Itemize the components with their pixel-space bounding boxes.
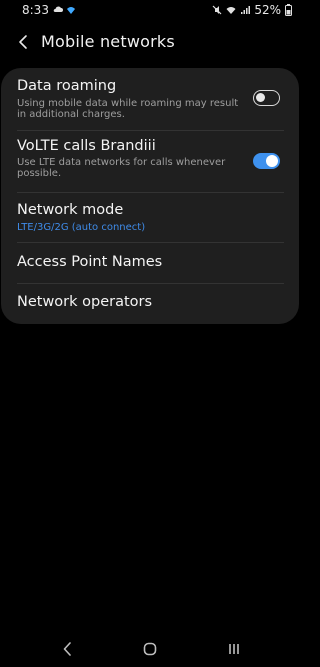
volte-row[interactable]: VoLTE calls Brandiii Use LTE data networ… — [1, 131, 299, 192]
network-mode-value: LTE/3G/2G (auto connect) — [17, 222, 146, 233]
volte-subtitle: Use LTE data networks for calls whenever… — [17, 157, 226, 179]
volte-toggle[interactable] — [253, 153, 280, 169]
back-button[interactable] — [12, 30, 34, 54]
data-roaming-row[interactable]: Data roaming Using mobile data while roa… — [1, 68, 299, 130]
battery-icon — [285, 4, 292, 16]
header: Mobile networks — [0, 26, 300, 58]
nav-home-button[interactable] — [138, 638, 162, 660]
status-left-icons — [53, 5, 76, 15]
volte-title: VoLTE calls Brandiii — [17, 138, 156, 154]
wifi-icon — [226, 7, 236, 14]
status-right: 52% — [212, 3, 292, 17]
navigation-bar — [0, 630, 300, 667]
recents-icon — [229, 644, 239, 654]
status-time: 8:33 — [22, 3, 49, 17]
toggle-knob — [266, 155, 278, 167]
wifi-calling-icon — [67, 7, 75, 14]
battery-percent: 52% — [254, 3, 281, 17]
status-bar: 8:33 52% — [0, 0, 300, 22]
apn-title: Access Point Names — [17, 254, 163, 270]
apn-row[interactable]: Access Point Names — [1, 243, 299, 283]
nav-recents-button[interactable] — [222, 638, 246, 660]
data-roaming-subtitle: Using mobile data while roaming may resu… — [17, 98, 239, 120]
settings-card: Data roaming Using mobile data while roa… — [1, 68, 299, 324]
network-operators-row[interactable]: Network operators — [1, 284, 299, 324]
back-icon — [63, 642, 71, 656]
nav-back-button[interactable] — [55, 638, 79, 660]
network-mode-row[interactable]: Network mode LTE/3G/2G (auto connect) — [1, 193, 299, 242]
chevron-left-icon — [19, 35, 27, 49]
network-mode-title: Network mode — [17, 202, 124, 218]
data-roaming-toggle[interactable] — [253, 90, 280, 106]
network-operators-title: Network operators — [17, 294, 153, 310]
page-title: Mobile networks — [41, 32, 175, 51]
toggle-knob — [256, 93, 265, 102]
signal-icon — [241, 6, 251, 14]
data-roaming-title: Data roaming — [17, 78, 117, 94]
mute-icon — [212, 5, 222, 15]
cloud-icon — [53, 6, 63, 12]
home-icon — [143, 642, 157, 656]
